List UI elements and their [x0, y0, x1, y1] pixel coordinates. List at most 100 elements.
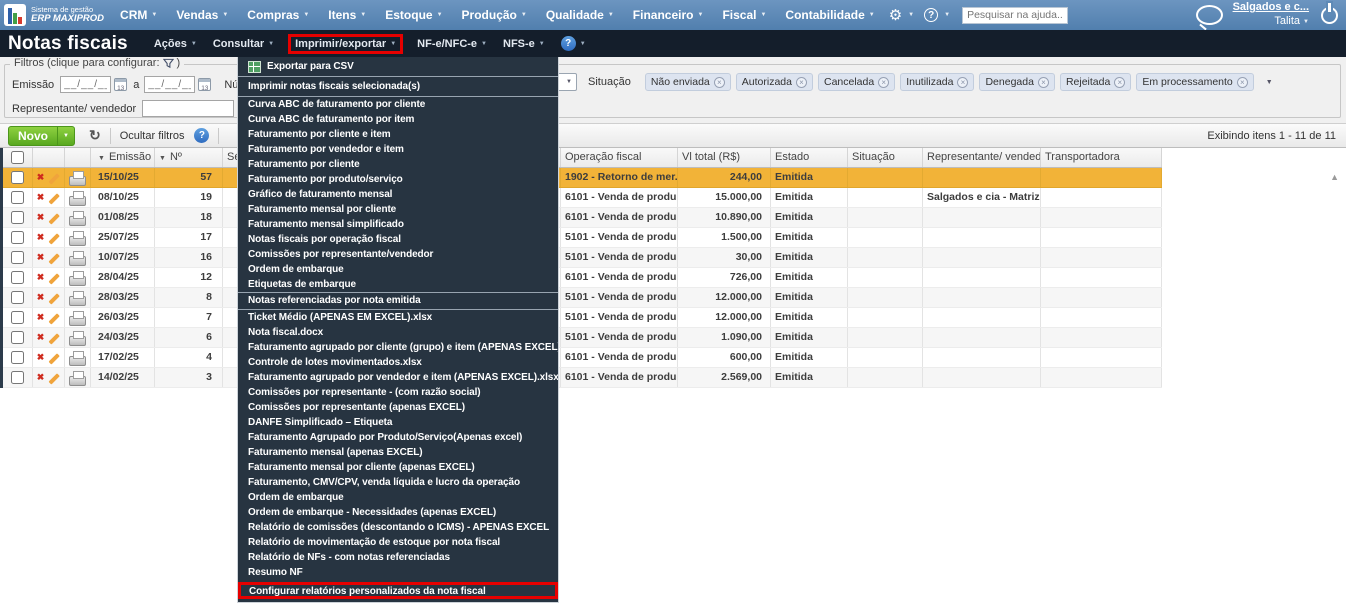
delete-icon[interactable]: ✖ [37, 293, 45, 302]
row-checkbox[interactable] [11, 291, 24, 304]
delete-icon[interactable]: ✖ [37, 253, 45, 262]
remove-badge-icon[interactable]: × [1037, 76, 1049, 88]
top-menu-producao[interactable]: Produção ▼ [462, 8, 527, 22]
menu-imprimir-exportar[interactable]: Imprimir/exportar ▼ [295, 38, 396, 50]
col-emissao[interactable]: ▼ Emissão [91, 148, 155, 167]
table-row[interactable]: ✖ 14/02/25 3 6101 - Venda de produ... 2.… [3, 368, 1162, 388]
delete-icon[interactable]: ✖ [37, 193, 45, 202]
ocultar-filtros-button[interactable]: Ocultar filtros [120, 130, 185, 142]
edit-pencil-icon[interactable] [48, 272, 60, 284]
menu-item-report[interactable]: Controle de lotes movimentados.xlsx [238, 355, 558, 370]
print-icon[interactable] [69, 290, 86, 306]
menu-item-report[interactable]: Faturamento mensal por cliente (apenas E… [238, 460, 558, 475]
top-menu-estoque[interactable]: Estoque ▼ [385, 8, 442, 22]
power-icon[interactable] [1321, 2, 1338, 24]
help-search-input[interactable] [962, 6, 1069, 24]
table-row[interactable]: ✖ 15/10/25 57 1902 - Retorno de mer... 2… [3, 168, 1162, 188]
refresh-icon[interactable]: ↻ [89, 127, 101, 144]
menu-item-report[interactable]: Faturamento agrupado por cliente (grupo)… [238, 340, 558, 355]
row-checkbox[interactable] [11, 351, 24, 364]
remove-badge-icon[interactable]: × [1114, 76, 1126, 88]
top-menu-financeiro[interactable]: Financeiro ▼ [633, 8, 704, 22]
table-row[interactable]: ✖ 28/04/25 12 6101 - Venda de produ... 7… [3, 268, 1162, 288]
table-row[interactable]: ✖ 26/03/25 7 5101 - Venda de produ... 12… [3, 308, 1162, 328]
menu-acoes[interactable]: Ações ▼ [154, 38, 197, 50]
col-transportadora[interactable]: Transportadora [1041, 148, 1162, 167]
page-help[interactable]: ? ▼ [560, 36, 586, 51]
menu-item-report[interactable]: Relatório de comissões (descontando o IC… [238, 520, 558, 535]
delete-icon[interactable]: ✖ [37, 273, 45, 282]
chevron-down-icon[interactable]: ▼ [944, 12, 950, 18]
table-row[interactable]: ✖ 28/03/25 8 5101 - Venda de produ... 12… [3, 288, 1162, 308]
scrollbar-up-icon[interactable]: ▲ [1330, 172, 1339, 182]
badge-cancelada[interactable]: Cancelada × [817, 73, 896, 91]
menu-item-notas-referenciadas[interactable]: Notas referenciadas por nota emitida [238, 293, 558, 309]
table-row[interactable]: ✖ 08/10/25 19 6101 - Venda de produ... 1… [3, 188, 1162, 208]
menu-item-configurar-relatorios[interactable]: Configurar relatórios personalizados da … [238, 582, 558, 599]
emissao-from-input[interactable] [60, 76, 112, 93]
menu-item-report[interactable]: Comissões por representante - (com razão… [238, 385, 558, 400]
calendar-icon[interactable]: 13 [198, 78, 212, 91]
row-checkbox[interactable] [11, 251, 24, 264]
menu-item-report[interactable]: Faturamento Agrupado por Produto/Serviço… [238, 430, 558, 445]
top-menu-qualidade[interactable]: Qualidade ▼ [546, 8, 614, 22]
edit-pencil-icon[interactable] [48, 172, 60, 184]
col-representante[interactable]: Representante/ vendedor [923, 148, 1041, 167]
menu-nfe-nfce[interactable]: NF-e/NFC-e ▼ [417, 38, 487, 50]
col-estado[interactable]: Estado [771, 148, 848, 167]
print-icon[interactable] [69, 310, 86, 326]
edit-pencil-icon[interactable] [48, 352, 60, 364]
delete-icon[interactable]: ✖ [37, 313, 45, 322]
row-checkbox[interactable] [11, 191, 24, 204]
menu-item-report[interactable]: Etiquetas de embarque [238, 277, 558, 292]
delete-icon[interactable]: ✖ [37, 353, 45, 362]
edit-pencil-icon[interactable] [48, 312, 60, 324]
novo-dropdown[interactable]: ▼ [57, 126, 74, 145]
menu-item-exportar-csv[interactable]: Exportar para CSV [238, 57, 558, 76]
print-icon[interactable] [69, 250, 86, 266]
top-menu-crm[interactable]: CRM ▼ [120, 8, 157, 22]
row-checkbox[interactable] [11, 171, 24, 184]
select-all-checkbox[interactable] [11, 151, 24, 164]
filters-legend[interactable]: Filtros (clique para configurar: ) [10, 57, 185, 69]
menu-item-report[interactable]: Ticket Médio (APENAS EM EXCEL).xlsx [238, 310, 558, 325]
menu-item-report[interactable]: Comissões por representante (apenas EXCE… [238, 400, 558, 415]
remove-badge-icon[interactable]: × [878, 76, 890, 88]
col-numero[interactable]: ▼ Nº [155, 148, 223, 167]
print-icon[interactable] [69, 270, 86, 286]
menu-item-report[interactable]: Curva ABC de faturamento por cliente [238, 97, 558, 112]
menu-nfse[interactable]: NFS-e ▼ [503, 38, 545, 50]
badge-autorizada[interactable]: Autorizada × [735, 73, 813, 91]
badge-denegada[interactable]: Denegada × [979, 73, 1055, 91]
menu-item-report[interactable]: Faturamento por produto/serviço [238, 172, 558, 187]
row-checkbox[interactable] [11, 271, 24, 284]
help-icon[interactable]: ? [560, 36, 576, 51]
delete-icon[interactable]: ✖ [37, 213, 45, 222]
menu-item-report[interactable]: DANFE Simplificado – Etiqueta [238, 415, 558, 430]
remove-badge-icon[interactable]: × [957, 76, 969, 88]
table-row[interactable]: ✖ 25/07/25 17 5101 - Venda de produ... 1… [3, 228, 1162, 248]
col-situacao[interactable]: Situação [848, 148, 923, 167]
novo-button[interactable]: Novo ▼ [8, 125, 75, 146]
table-row[interactable]: ✖ 17/02/25 4 6101 - Venda de produ... 60… [3, 348, 1162, 368]
table-row[interactable]: ✖ 24/03/25 6 5101 - Venda de produ... 1.… [3, 328, 1162, 348]
print-icon[interactable] [69, 190, 86, 206]
calendar-icon[interactable]: 13 [114, 78, 128, 91]
menu-item-report[interactable]: Comissões por representante/vendedor [238, 247, 558, 262]
menu-item-report[interactable]: Faturamento agrupado por vendedor e item… [238, 370, 558, 385]
edit-pencil-icon[interactable] [48, 212, 60, 224]
edit-pencil-icon[interactable] [48, 192, 60, 204]
badge-rejeitada[interactable]: Rejeitada × [1059, 73, 1132, 91]
remove-badge-icon[interactable]: × [1236, 76, 1248, 88]
row-checkbox[interactable] [11, 331, 24, 344]
edit-pencil-icon[interactable] [48, 232, 60, 244]
edit-pencil-icon[interactable] [48, 332, 60, 344]
menu-item-report[interactable]: Ordem de embarque [238, 490, 558, 505]
delete-icon[interactable]: ✖ [37, 173, 45, 182]
menu-item-report[interactable]: Gráfico de faturamento mensal [238, 187, 558, 202]
col-operacao[interactable]: Operação fiscal [561, 148, 678, 167]
menu-item-report[interactable]: Faturamento por cliente [238, 157, 558, 172]
top-menu-itens[interactable]: Itens ▼ [328, 8, 366, 22]
menu-consultar[interactable]: Consultar ▼ [213, 38, 274, 50]
company-link[interactable]: Salgados e c... [1233, 1, 1309, 15]
